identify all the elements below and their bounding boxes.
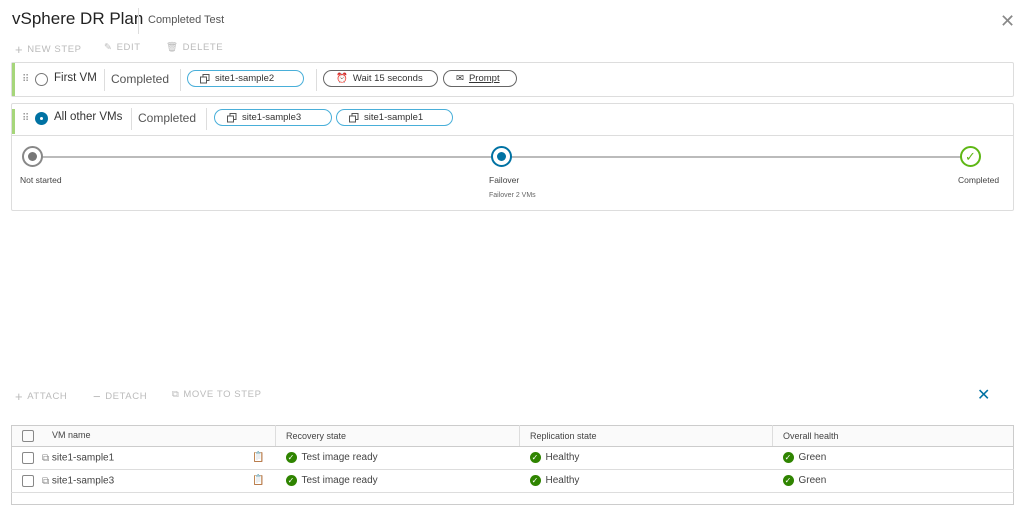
wait-label: Wait 15 seconds [352, 73, 423, 84]
close-panel-icon[interactable]: ✕ [977, 385, 990, 405]
step-status: Completed [111, 72, 170, 86]
plus-icon: + [15, 389, 24, 404]
new-step-label: NEW STEP [27, 44, 82, 55]
minus-icon: − [93, 389, 102, 404]
column-header[interactable]: Replication state [519, 425, 773, 447]
recovery-state: Test image ready [301, 452, 378, 464]
column-header[interactable]: Overall health [772, 425, 1014, 447]
close-icon[interactable]: ✕ [1000, 12, 1015, 30]
vm-pill-label: site1-sample3 [242, 112, 302, 123]
divider [138, 8, 139, 34]
progress-label: Failover [489, 175, 520, 185]
replication-state: Healthy [545, 452, 580, 464]
table-row[interactable]: ⧉ site1-sample1 📋 ✓ Test image ready ✓ Heal… [11, 446, 1014, 470]
row-checkbox[interactable] [22, 475, 34, 487]
vm-icon [200, 73, 210, 83]
progress-label: Not started [20, 175, 62, 185]
vm-icon [227, 112, 237, 122]
wait-action-pill[interactable]: ⏰ Wait 15 seconds [323, 70, 438, 87]
check-icon: ✓ [960, 146, 981, 167]
prompt-action-pill[interactable]: ✉ Prompt [443, 70, 517, 87]
vm-icon: ⧉ [42, 452, 50, 464]
vm-pill[interactable]: site1-sample3 [214, 109, 332, 126]
overall-health: Green [798, 475, 827, 487]
step-status-bar [12, 63, 15, 96]
select-all-checkbox[interactable] [22, 430, 34, 442]
move-icon: ⧉ [172, 389, 180, 400]
new-step-button[interactable]: + NEW STEP [15, 42, 82, 57]
progress-detail: Failover 2 VMs [489, 192, 536, 199]
vm-name: site1-sample1 [51, 452, 115, 464]
clipboard-icon[interactable]: 📋 [252, 475, 264, 486]
table-header: VM name Recovery state Replication state… [11, 425, 1014, 447]
detach-label: DETACH [105, 391, 148, 402]
table-row[interactable]: ⧉ site1-sample3 📋 ✓ Test image ready ✓ Heal… [11, 469, 1014, 493]
vm-pill[interactable]: site1-sample2 [187, 70, 304, 87]
progress-label: Completed [958, 175, 1000, 185]
column-header[interactable]: Recovery state [275, 425, 520, 447]
drag-handle-icon[interactable]: ⠿ [22, 74, 29, 85]
move-label: MOVE TO STEP [183, 389, 262, 400]
delete-button[interactable]: 🗑 DELETE [166, 42, 223, 53]
delete-label: DELETE [182, 42, 224, 53]
vm-pill-label: site1-sample2 [215, 73, 275, 84]
attach-label: ATTACH [27, 391, 68, 402]
row-checkbox[interactable] [22, 452, 34, 464]
vm-icon: ⧉ [42, 475, 50, 487]
check-circle-icon: ✓ [529, 475, 541, 487]
check-circle-icon: ✓ [782, 452, 794, 464]
page-subtitle: Completed Test [148, 14, 225, 26]
plus-icon: + [15, 42, 24, 57]
edit-icon: ✎ [104, 42, 113, 53]
edit-label: EDIT [116, 42, 141, 53]
recovery-state: Test image ready [301, 475, 378, 487]
column-header[interactable]: VM name [52, 430, 91, 440]
vm-pill[interactable]: site1-sample1 [336, 109, 453, 126]
check-circle-icon: ✓ [529, 452, 541, 464]
edit-button[interactable]: ✎ EDIT [104, 42, 141, 53]
vm-name: site1-sample3 [51, 475, 115, 487]
vm-icon [349, 112, 359, 122]
progress-node-not-started [22, 146, 43, 167]
page-title: vSphere DR Plan [12, 9, 144, 28]
step-radio[interactable] [35, 112, 48, 125]
vm-table: VM name Recovery state Replication state… [11, 425, 1014, 505]
prompt-label: Prompt [468, 73, 500, 84]
drag-handle-icon[interactable]: ⠿ [22, 113, 29, 124]
alarm-clock-icon: ⏰ [336, 73, 348, 84]
step-status-bar [12, 109, 15, 134]
step-name: First VM [54, 72, 97, 84]
check-circle-icon: ✓ [285, 475, 297, 487]
check-circle-icon: ✓ [782, 475, 794, 487]
replication-state: Healthy [545, 475, 580, 487]
step-status: Completed [138, 111, 197, 125]
step-first-vm[interactable]: ⠿ First VM Completed site1-sample2 ⏰ Wait… [11, 62, 1014, 97]
trash-icon: 🗑 [166, 42, 179, 53]
step-radio[interactable] [35, 73, 48, 86]
clipboard-icon[interactable]: 📋 [252, 452, 264, 463]
progress-node-failover [491, 146, 512, 167]
attach-button[interactable]: + ATTACH [15, 389, 67, 404]
check-circle-icon: ✓ [285, 452, 297, 464]
step-name: All other VMs [54, 111, 123, 123]
move-to-step-button[interactable]: ⧉ MOVE TO STEP [172, 389, 262, 400]
vm-pill-label: site1-sample1 [364, 112, 424, 123]
envelope-icon: ✉ [456, 73, 464, 84]
detach-button[interactable]: − DETACH [93, 389, 147, 404]
overall-health: Green [798, 452, 827, 464]
